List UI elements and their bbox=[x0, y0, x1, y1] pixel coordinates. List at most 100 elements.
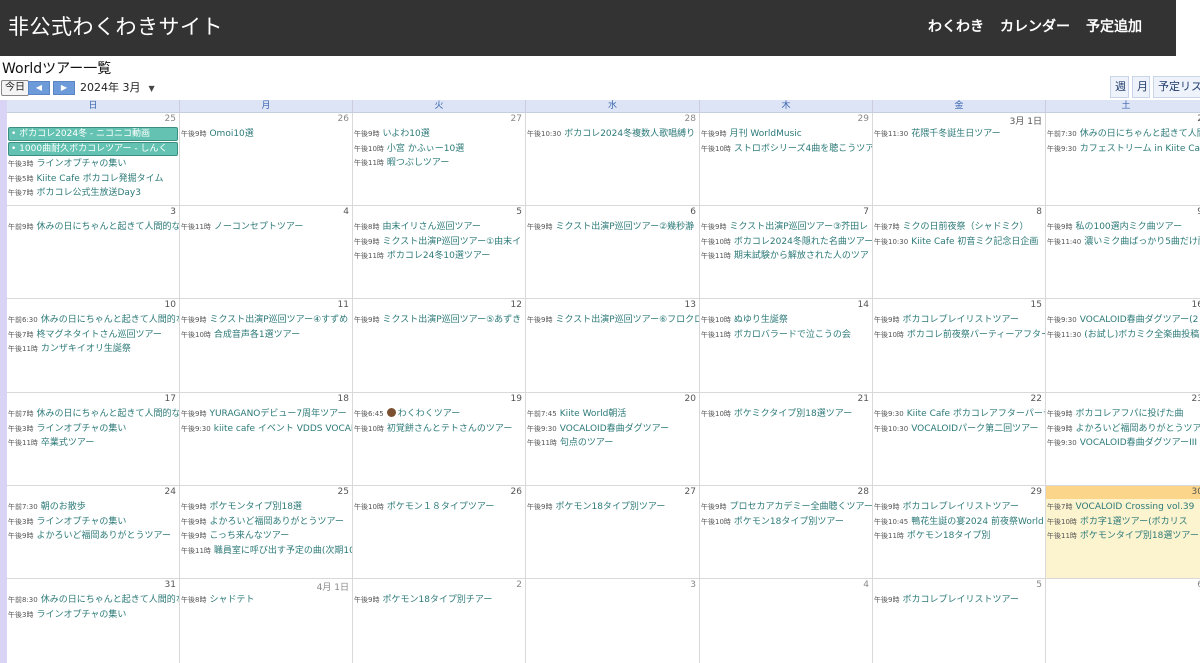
day-number[interactable]: 27 bbox=[685, 487, 696, 497]
event-item[interactable]: 午後9時 よかろいど福岡ありがとうツアー bbox=[1047, 422, 1200, 437]
day-cell[interactable]: 26 午後9時 Omoi10選 bbox=[180, 113, 353, 206]
event-item[interactable]: 午前6:30 休みの日にちゃんと起きて人間的な bbox=[8, 313, 179, 328]
day-number[interactable]: 8 bbox=[1036, 207, 1042, 217]
day-cell[interactable]: 2午前7:30休みの日にちゃんと起きて人間午後9:30カフェストリーム in K… bbox=[1046, 113, 1200, 206]
day-number[interactable]: 26 bbox=[338, 114, 349, 124]
event-item[interactable]: 午後10時 ボカコレ前夜祭パーティーアフター bbox=[874, 328, 1045, 343]
event-item[interactable]: 午後7時 ボカコレ公式生放送Day3 bbox=[8, 186, 179, 201]
event-item[interactable]: 午後10時 小宮 かふぃー10選 bbox=[354, 142, 525, 157]
view-list-button[interactable]: 予定リスト bbox=[1153, 76, 1200, 98]
day-number[interactable]: 22 bbox=[1031, 394, 1042, 404]
event-item[interactable]: 午前7:45 Kiite World朝活 bbox=[527, 407, 699, 422]
event-item[interactable]: 午後9時 ポケモン18タイプ別チアー bbox=[354, 593, 525, 608]
day-cell[interactable]: 10 午前6:30 休みの日にちゃんと起きて人間的な 午後7時 柊マグネタイトさん巡回ツ… bbox=[7, 299, 180, 393]
event-item[interactable]: 午後9時 ミクスト出演P巡回ツアー①由末イ bbox=[354, 235, 525, 250]
nav-calendar[interactable]: カレンダー bbox=[1000, 16, 1070, 36]
day-number[interactable]: 29 bbox=[858, 114, 869, 124]
event-item[interactable]: 午後9:30 kiite cafe イベント VDDS VOCAL bbox=[181, 422, 352, 437]
day-number[interactable]: 5 bbox=[1036, 580, 1042, 590]
site-title[interactable]: 非公式わくわきサイト bbox=[8, 11, 223, 41]
day-cell[interactable]: 8 午後7時 ミクの日前夜祭（シャドミク） 午後10:30 Kiite Cafe 初音ミ… bbox=[873, 206, 1046, 299]
event-item[interactable]: 午後10:45 鴨花生誕の宴2024 前夜祭World ツ bbox=[874, 515, 1045, 530]
day-number[interactable]: 23 bbox=[1192, 394, 1200, 404]
event-item[interactable]: 午後10時 ボカ字1選ツアー(ボカリス bbox=[1047, 515, 1200, 530]
event-item[interactable]: 午後10:30 Kiite Cafe 初音ミク記念日企画 bbox=[874, 235, 1045, 250]
event-item[interactable]: 午前7:30 休みの日にちゃんと起きて人間 bbox=[1047, 127, 1200, 142]
event-item[interactable]: 午後9時 Omoi10選 bbox=[181, 127, 352, 142]
event-item[interactable]: 午後10:30 VOCALOIDパーク第二回ツアー bbox=[874, 422, 1045, 437]
day-cell[interactable]: 3 午前9時 休みの日にちゃんと起きて人間的な bbox=[7, 206, 180, 299]
day-number[interactable]: 20 bbox=[685, 394, 696, 404]
event-item[interactable]: 午後11時 ノーコンセプトツアー bbox=[181, 220, 352, 235]
event-item[interactable]: 午後9時 プロセカアカデミー全曲聴くツアー bbox=[701, 500, 872, 515]
day-cell[interactable]: 30午後7時VOCALOID Crossing vol.39午後10時ボカ字1選… bbox=[1046, 486, 1200, 579]
event-item[interactable]: 午後10時 ボカコレ2024冬隠れた名曲ツアー bbox=[701, 235, 872, 250]
day-number[interactable]: 11 bbox=[338, 300, 349, 310]
day-number[interactable]: 28 bbox=[858, 487, 869, 497]
event-item[interactable]: 午後9時 ボカコレプレイリストツアー bbox=[874, 313, 1045, 328]
day-number[interactable]: 13 bbox=[685, 300, 696, 310]
event-item[interactable]: 午後9:30 VOCALOID春曲ダグツアー bbox=[527, 422, 699, 437]
event-item[interactable]: 午後8時 シャドテト bbox=[181, 593, 352, 608]
day-cell[interactable]: 26 午後10時 ポケモン１８タイプツアー bbox=[353, 486, 526, 579]
event-item[interactable]: 午後11時 期末試験から解放された人のツア bbox=[701, 249, 872, 264]
day-cell[interactable]: 20 午前7:45 Kiite World朝活 午後9:30 VOCALOID春曲ダグツ… bbox=[526, 393, 700, 486]
event-item[interactable]: 午後10時 初覚餅さんとテトさんのツアー bbox=[354, 422, 525, 437]
all-day-event[interactable]: • 1000曲耐久ボカコレツアー - しんく bbox=[8, 142, 178, 156]
day-number[interactable]: 25 bbox=[338, 487, 349, 497]
event-item[interactable]: 午前7時 休みの日にちゃんと起きて人間的な bbox=[8, 407, 179, 422]
day-cell[interactable]: 3 bbox=[526, 579, 700, 663]
event-item[interactable]: 午後11時 ポケモンタイプ別18選ツアー bbox=[1047, 529, 1200, 544]
day-number[interactable]: 28 bbox=[685, 114, 696, 124]
event-item[interactable]: 午後11:30 花隈千冬誕生日ツアー bbox=[874, 127, 1045, 142]
day-cell[interactable]: 16午後9:30VOCALOID春曲ダグツアー(2午後11:30(お試し)ボカミ… bbox=[1046, 299, 1200, 393]
event-item[interactable]: 午後3時 ラインオプチャの集い bbox=[8, 515, 179, 530]
day-cell[interactable]: 28 午後9時 プロセカアカデミー全曲聴くツアー 午後10時 ポケモン18タイプ別ツアー bbox=[700, 486, 873, 579]
event-item[interactable]: 午後11時 職員室に呼び出す予定の曲(次期10 bbox=[181, 544, 352, 559]
day-cell[interactable]: 25 午後9時 ポケモンタイプ別18選 午後9時 よかろいど福岡ありがとうツアー 午後9時… bbox=[180, 486, 353, 579]
event-item[interactable]: 午後3時 ラインオプチャの集い bbox=[8, 422, 179, 437]
day-cell[interactable]: 25 • ボカコレ2024冬 - ニコニコ動画 • 1000曲耐久ボカコレツアー -… bbox=[7, 113, 180, 206]
event-item[interactable]: 午後8時 由末イリさん巡回ツアー bbox=[354, 220, 525, 235]
day-cell[interactable]: 3月 1日 午後11:30 花隈千冬誕生日ツアー bbox=[873, 113, 1046, 206]
day-number[interactable]: 4月 1日 bbox=[317, 580, 349, 593]
day-number[interactable]: 21 bbox=[858, 394, 869, 404]
event-item[interactable]: 午後7時 柊マグネタイトさん巡回ツアー bbox=[8, 328, 179, 343]
day-number[interactable]: 6 bbox=[690, 207, 696, 217]
event-item[interactable]: 午後9:30 Kiite Cafe ボカコレアフターパーテ bbox=[874, 407, 1045, 422]
event-item[interactable]: 午後9:30 VOCALOID春曲ダグツアーIII bbox=[1047, 436, 1200, 451]
event-item[interactable]: 午前8:30 休みの日にちゃんと起きて人間的な bbox=[8, 593, 179, 608]
day-cell[interactable]: 2 午後9時 ポケモン18タイプ別チアー bbox=[353, 579, 526, 663]
day-cell[interactable]: 9午後9時私の100選内ミク曲ツアー午後11:40濃いミク曲ばっかり5曲だけ耐 bbox=[1046, 206, 1200, 299]
day-cell[interactable]: 5 午後8時 由末イリさん巡回ツアー 午後9時 ミクスト出演P巡回ツアー①由末イ 午後11… bbox=[353, 206, 526, 299]
event-item[interactable]: 午後10時 ポケモン18タイプ別ツアー bbox=[701, 515, 872, 530]
day-number[interactable]: 16 bbox=[1192, 300, 1200, 310]
event-item[interactable]: 午後9時 ミクスト出演P巡回ツアー②幾秒瀞 bbox=[527, 220, 699, 235]
event-item[interactable]: 午後10時 ポケモン１８タイプツアー bbox=[354, 500, 525, 515]
all-day-event[interactable]: • ボカコレ2024冬 - ニコニコ動画 bbox=[8, 127, 178, 141]
event-item[interactable]: 午後10時 ボケミクタイプ別18選ツアー bbox=[701, 407, 872, 422]
day-number[interactable]: 12 bbox=[511, 300, 522, 310]
event-item[interactable]: 午後9時 ボカコレアフパに投げた曲 bbox=[1047, 407, 1200, 422]
day-cell[interactable]: 24 午前7:30 朝のお散歩 午後3時 ラインオプチャの集い 午後9時 よかろいど福岡あり… bbox=[7, 486, 180, 579]
day-cell[interactable]: 6 bbox=[1046, 579, 1200, 663]
event-item[interactable]: 午後9時 よかろいど福岡ありがとうツアー bbox=[8, 529, 179, 544]
day-number[interactable]: 7 bbox=[863, 207, 869, 217]
event-item[interactable]: 午後5時 Kiite Cafe ボカコレ発掘タイム bbox=[8, 172, 179, 187]
day-cell[interactable]: 7 午後9時 ミクスト出演P巡回ツアー③芥田レ 午後10時 ボカコレ2024冬隠れた名曲… bbox=[700, 206, 873, 299]
event-item[interactable]: 午後11時 ボカコレ24冬10選ツアー bbox=[354, 249, 525, 264]
day-cell[interactable]: 17 午前7時 休みの日にちゃんと起きて人間的な 午後3時 ラインオプチャの集い 午後11… bbox=[7, 393, 180, 486]
day-number[interactable]: 24 bbox=[165, 487, 176, 497]
day-number[interactable]: 3 bbox=[170, 207, 176, 217]
event-item[interactable]: 午後11:40 濃いミク曲ばっかり5曲だけ耐 bbox=[1047, 235, 1200, 250]
day-cell[interactable]: 23 午後9時ボカコレアフパに投げた曲午後9時よかろいど福岡ありがとうツアー午後9… bbox=[1046, 393, 1200, 486]
day-cell[interactable]: 13 午後9時 ミクスト出演P巡回ツアー⑥フロクロ bbox=[526, 299, 700, 393]
day-number[interactable]: 25 bbox=[165, 114, 176, 124]
event-item[interactable]: 午後9時 いよわ10選 bbox=[354, 127, 525, 142]
day-number[interactable]: 10 bbox=[165, 300, 176, 310]
event-item[interactable]: 午後11:30 (お試し)ボカミク全楽曲投稿 bbox=[1047, 328, 1200, 343]
nav-add-event[interactable]: 予定追加 bbox=[1086, 16, 1142, 36]
day-number[interactable]: 18 bbox=[338, 394, 349, 404]
day-cell[interactable]: 22 午後9:30 Kiite Cafe ボカコレアフターパーテ 午後10:30 VOC… bbox=[873, 393, 1046, 486]
event-item[interactable]: 午後11時 暇つぶしツアー bbox=[354, 156, 525, 171]
